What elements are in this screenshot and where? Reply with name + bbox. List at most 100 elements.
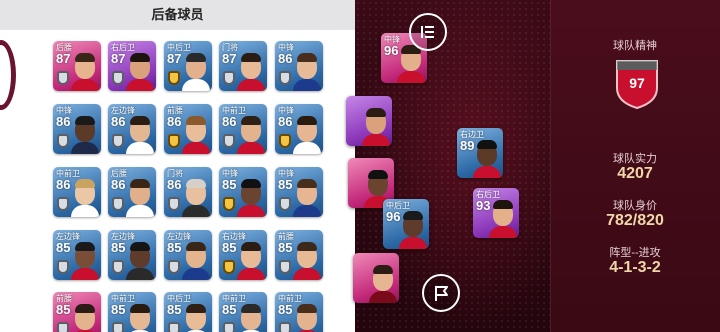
reserve-player-card[interactable]: 左边锋 85 (108, 230, 156, 280)
player-rating: 85 (167, 302, 182, 317)
reserve-player-card[interactable]: 中前卫 86 (53, 167, 101, 217)
reserve-player-card[interactable]: 前腰 85 (53, 292, 101, 332)
club-badge-icon (168, 134, 180, 148)
team-strength-value: 4207 (617, 165, 653, 182)
team-spirit-label: 球队精神 (613, 40, 657, 52)
club-badge-icon (223, 197, 235, 211)
player-portrait (237, 304, 265, 332)
player-rating: 85 (278, 240, 293, 255)
player-portrait (182, 179, 210, 217)
club-badge-icon (112, 322, 124, 332)
reserve-player-card[interactable]: 左边锋 85 (53, 230, 101, 280)
reserve-player-card[interactable]: 中锋 85 (275, 167, 323, 217)
reserve-player-card[interactable]: 门将 87 (219, 41, 267, 91)
reserve-player-card[interactable]: 中前卫 85 (275, 292, 323, 332)
tactics-flag-button[interactable] (422, 274, 460, 312)
player-portrait (293, 242, 321, 280)
lineup-menu-button[interactable] (409, 13, 447, 51)
player-portrait (237, 116, 265, 154)
club-badge-icon (279, 71, 291, 85)
player-portrait (126, 116, 154, 154)
club-badge-icon (168, 322, 180, 332)
player-portrait (362, 108, 390, 146)
player-rating: 86 (56, 177, 71, 192)
player-rating: 86 (167, 114, 182, 129)
club-badge-icon (223, 322, 235, 332)
reserve-player-card[interactable]: 左边锋 86 (108, 104, 156, 154)
player-rating: 86 (167, 177, 182, 192)
reserve-player-card[interactable]: 中前卫 85 (219, 292, 267, 332)
reserve-player-card[interactable]: 后腰 87 (53, 41, 101, 91)
reserve-player-card[interactable]: 中锋 86 (275, 104, 323, 154)
reserve-player-card[interactable]: 右边锋 85 (219, 230, 267, 280)
player-rating: 85 (56, 302, 71, 317)
player-rating: 85 (56, 240, 71, 255)
club-badge-icon (57, 134, 69, 148)
reserve-player-card[interactable]: 前腰 85 (275, 230, 323, 280)
club-badge-icon (112, 260, 124, 274)
player-rating: 85 (278, 302, 293, 317)
player-portrait (293, 304, 321, 332)
lineup-player-card[interactable] (353, 253, 399, 303)
player-rating: 85 (111, 302, 126, 317)
player-rating: 87 (56, 51, 71, 66)
team-value-label: 球队身价 (613, 200, 657, 212)
club-badge-icon (57, 260, 69, 274)
lineup-player-card[interactable]: 右后卫 93 (473, 188, 519, 238)
player-rating: 96 (384, 43, 399, 58)
player-portrait (182, 116, 210, 154)
player-rating: 93 (476, 198, 491, 213)
reserve-player-card[interactable]: 中前卫 85 (108, 292, 156, 332)
reserve-player-card[interactable]: 中锋 85 (219, 167, 267, 217)
player-rating: 89 (460, 138, 475, 153)
player-portrait (126, 179, 154, 217)
club-badge-icon (168, 71, 180, 85)
reserve-player-card[interactable]: 前腰 86 (164, 104, 212, 154)
player-rating: 87 (167, 51, 182, 66)
formation-value: 4-1-3-2 (609, 259, 661, 276)
reserve-player-card[interactable]: 右后卫 87 (108, 41, 156, 91)
reserve-player-card[interactable]: 左边锋 85 (164, 230, 212, 280)
player-portrait (71, 179, 99, 217)
reserve-player-card[interactable]: 后腰 86 (108, 167, 156, 217)
player-rating: 86 (56, 114, 71, 129)
player-portrait (182, 242, 210, 280)
player-portrait (126, 53, 154, 91)
list-menu-icon (421, 26, 434, 38)
club-badge-icon (112, 134, 124, 148)
club-badge-icon (279, 197, 291, 211)
reserve-title: 后备球员 (151, 7, 204, 22)
reserve-player-card[interactable]: 门将 86 (164, 167, 212, 217)
club-badge-icon (57, 322, 69, 332)
club-badge-icon (279, 322, 291, 332)
player-portrait (237, 179, 265, 217)
player-rating: 85 (222, 177, 237, 192)
lineup-player-card[interactable] (346, 96, 392, 146)
reserve-player-card[interactable]: 中锋 86 (53, 104, 101, 154)
reserve-player-card[interactable]: 中后卫 87 (164, 41, 212, 91)
team-strength-label: 球队实力 (613, 153, 657, 165)
player-portrait (71, 304, 99, 332)
player-rating: 85 (167, 240, 182, 255)
player-portrait (473, 140, 501, 178)
formation-label: 阵型--进攻 (609, 247, 661, 259)
team-spirit-value: 97 (629, 75, 645, 91)
club-badge-icon (57, 71, 69, 85)
player-rating: 85 (278, 177, 293, 192)
player-portrait (237, 53, 265, 91)
reserve-player-card[interactable]: 中前卫 86 (219, 104, 267, 154)
player-portrait (71, 116, 99, 154)
club-badge-icon (168, 260, 180, 274)
player-rating: 96 (386, 209, 401, 224)
player-portrait (126, 242, 154, 280)
player-portrait (397, 45, 425, 83)
player-portrait (71, 242, 99, 280)
edge-decoration (0, 40, 16, 110)
club-badge-icon (223, 260, 235, 274)
lineup-player-card[interactable]: 中后卫 96 (383, 199, 429, 249)
lineup-player-card[interactable]: 右边卫 89 (457, 128, 503, 178)
reserve-player-card[interactable]: 中锋 86 (275, 41, 323, 91)
reserve-player-card[interactable]: 中后卫 85 (164, 292, 212, 332)
player-portrait (126, 304, 154, 332)
reserve-panel: 后备球员 后腰 87 右后卫 87 中后卫 87 门将 87 中锋 86 中锋 86 左边锋 86 前腰 86… (0, 0, 355, 332)
